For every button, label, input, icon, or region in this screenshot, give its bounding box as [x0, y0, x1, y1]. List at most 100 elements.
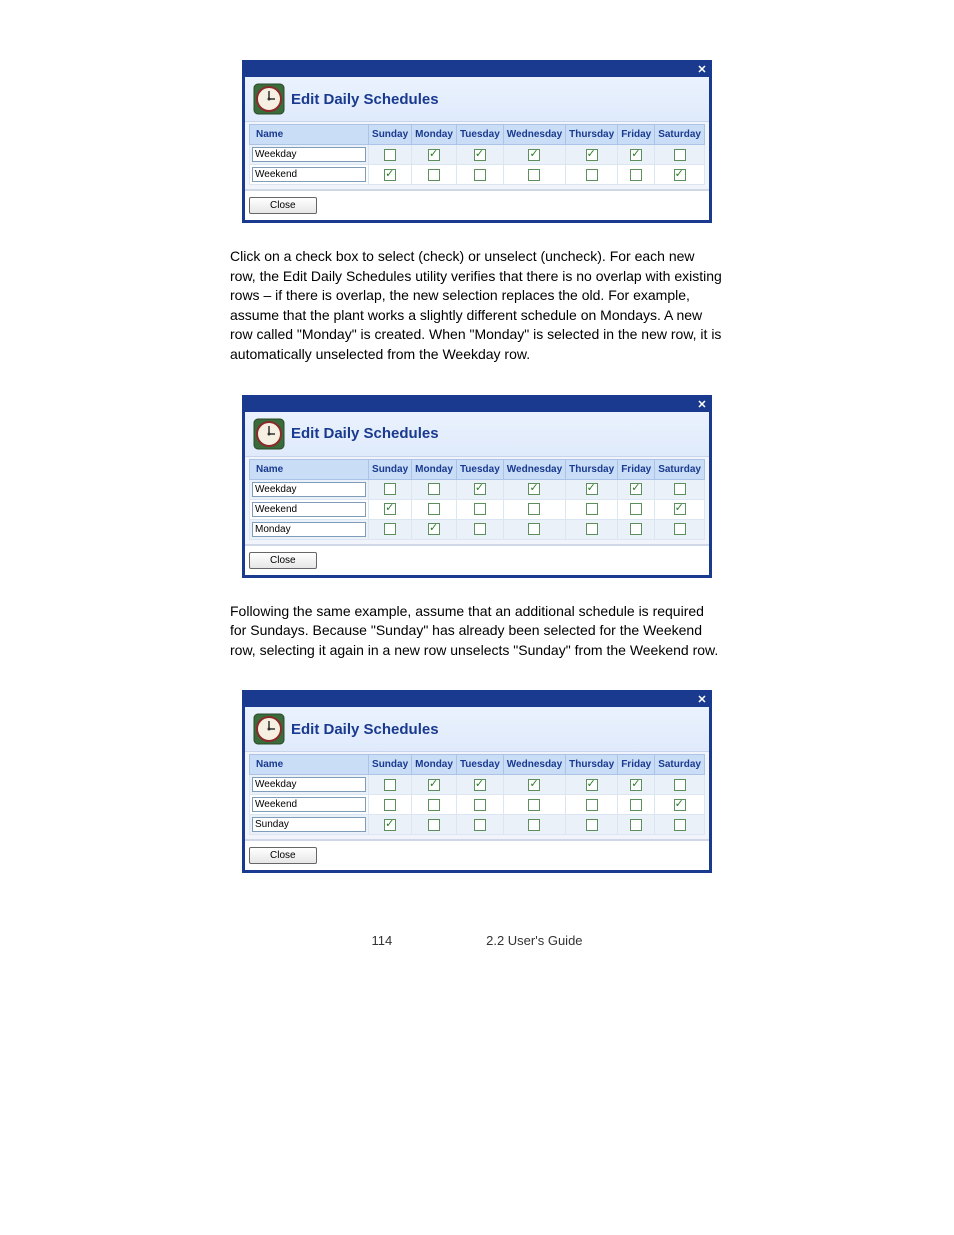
day-checkbox[interactable]	[474, 523, 486, 535]
window-close-icon[interactable]: ✕	[695, 693, 709, 707]
column-header-monday: Monday	[412, 125, 457, 145]
dialog-footer: Close	[245, 839, 709, 870]
column-header-tuesday: Tuesday	[456, 125, 503, 145]
schedule-name-input[interactable]	[252, 817, 366, 832]
day-checkbox[interactable]	[586, 503, 598, 515]
table-row	[250, 775, 705, 795]
column-header-wednesday: Wednesday	[503, 755, 565, 775]
day-checkbox[interactable]	[674, 169, 686, 181]
day-checkbox[interactable]	[630, 149, 642, 161]
day-checkbox[interactable]	[384, 779, 396, 791]
day-checkbox[interactable]	[528, 149, 540, 161]
day-checkbox[interactable]	[586, 779, 598, 791]
day-checkbox[interactable]	[630, 483, 642, 495]
schedule-table-wrap: NameSundayMondayTuesdayWednesdayThursday…	[245, 457, 709, 544]
column-header-name: Name	[250, 459, 369, 479]
day-checkbox[interactable]	[474, 149, 486, 161]
schedule-name-input[interactable]	[252, 482, 366, 497]
column-header-saturday: Saturday	[655, 755, 705, 775]
day-checkbox[interactable]	[674, 819, 686, 831]
day-checkbox[interactable]	[674, 779, 686, 791]
dialog-title: Edit Daily Schedules	[291, 91, 439, 108]
day-checkbox[interactable]	[474, 503, 486, 515]
day-checkbox[interactable]	[630, 503, 642, 515]
column-header-tuesday: Tuesday	[456, 459, 503, 479]
window-close-icon[interactable]: ✕	[695, 63, 709, 77]
day-checkbox[interactable]	[630, 779, 642, 791]
day-checkbox[interactable]	[428, 503, 440, 515]
clock-icon	[253, 713, 285, 745]
close-button[interactable]: Close	[249, 197, 317, 214]
page-footer: 114 2.2 User's Guide	[100, 933, 854, 948]
column-header-thursday: Thursday	[566, 459, 618, 479]
edit-daily-schedules-dialog-1: ✕ Edit Daily Schedules NameSundayMondayT…	[242, 60, 712, 223]
day-checkbox[interactable]	[384, 483, 396, 495]
body-paragraph-2: Following the same example, assume that …	[230, 602, 724, 661]
dialog-footer: Close	[245, 189, 709, 220]
day-checkbox[interactable]	[630, 169, 642, 181]
day-checkbox[interactable]	[586, 169, 598, 181]
day-checkbox[interactable]	[474, 799, 486, 811]
day-checkbox[interactable]	[630, 799, 642, 811]
day-checkbox[interactable]	[528, 779, 540, 791]
day-checkbox[interactable]	[586, 483, 598, 495]
day-checkbox[interactable]	[384, 819, 396, 831]
day-checkbox[interactable]	[586, 819, 598, 831]
day-checkbox[interactable]	[528, 503, 540, 515]
day-checkbox[interactable]	[474, 169, 486, 181]
day-checkbox[interactable]	[428, 779, 440, 791]
day-checkbox[interactable]	[384, 799, 396, 811]
schedule-name-input[interactable]	[252, 147, 366, 162]
day-checkbox[interactable]	[528, 819, 540, 831]
day-checkbox[interactable]	[474, 779, 486, 791]
clock-icon	[253, 418, 285, 450]
schedule-name-input[interactable]	[252, 522, 366, 537]
day-checkbox[interactable]	[428, 799, 440, 811]
day-checkbox[interactable]	[630, 523, 642, 535]
day-checkbox[interactable]	[674, 483, 686, 495]
day-checkbox[interactable]	[384, 523, 396, 535]
day-checkbox[interactable]	[586, 523, 598, 535]
day-checkbox[interactable]	[528, 169, 540, 181]
title-bar: ✕	[245, 693, 709, 707]
table-header-row: NameSundayMondayTuesdayWednesdayThursday…	[250, 125, 705, 145]
schedule-name-input[interactable]	[252, 777, 366, 792]
day-checkbox[interactable]	[384, 503, 396, 515]
day-checkbox[interactable]	[384, 149, 396, 161]
dialog-header: Edit Daily Schedules	[245, 77, 709, 122]
schedule-name-input[interactable]	[252, 797, 366, 812]
day-checkbox[interactable]	[474, 819, 486, 831]
day-checkbox[interactable]	[428, 149, 440, 161]
day-checkbox[interactable]	[428, 169, 440, 181]
table-row	[250, 519, 705, 539]
day-checkbox[interactable]	[674, 799, 686, 811]
day-checkbox[interactable]	[586, 799, 598, 811]
title-bar: ✕	[245, 63, 709, 77]
day-checkbox[interactable]	[674, 503, 686, 515]
day-checkbox[interactable]	[384, 169, 396, 181]
day-checkbox[interactable]	[428, 483, 440, 495]
close-button[interactable]: Close	[249, 552, 317, 569]
window-close-icon[interactable]: ✕	[695, 398, 709, 412]
dialog-title: Edit Daily Schedules	[291, 721, 439, 738]
day-checkbox[interactable]	[674, 149, 686, 161]
day-checkbox[interactable]	[674, 523, 686, 535]
column-header-sunday: Sunday	[369, 755, 412, 775]
column-header-friday: Friday	[618, 125, 655, 145]
close-button[interactable]: Close	[249, 847, 317, 864]
column-header-sunday: Sunday	[369, 459, 412, 479]
schedule-name-input[interactable]	[252, 167, 366, 182]
day-checkbox[interactable]	[428, 819, 440, 831]
schedule-name-input[interactable]	[252, 502, 366, 517]
day-checkbox[interactable]	[630, 819, 642, 831]
day-checkbox[interactable]	[528, 799, 540, 811]
column-header-name: Name	[250, 125, 369, 145]
column-header-name: Name	[250, 755, 369, 775]
day-checkbox[interactable]	[528, 523, 540, 535]
day-checkbox[interactable]	[528, 483, 540, 495]
column-header-monday: Monday	[412, 755, 457, 775]
day-checkbox[interactable]	[474, 483, 486, 495]
day-checkbox[interactable]	[428, 523, 440, 535]
column-header-monday: Monday	[412, 459, 457, 479]
day-checkbox[interactable]	[586, 149, 598, 161]
